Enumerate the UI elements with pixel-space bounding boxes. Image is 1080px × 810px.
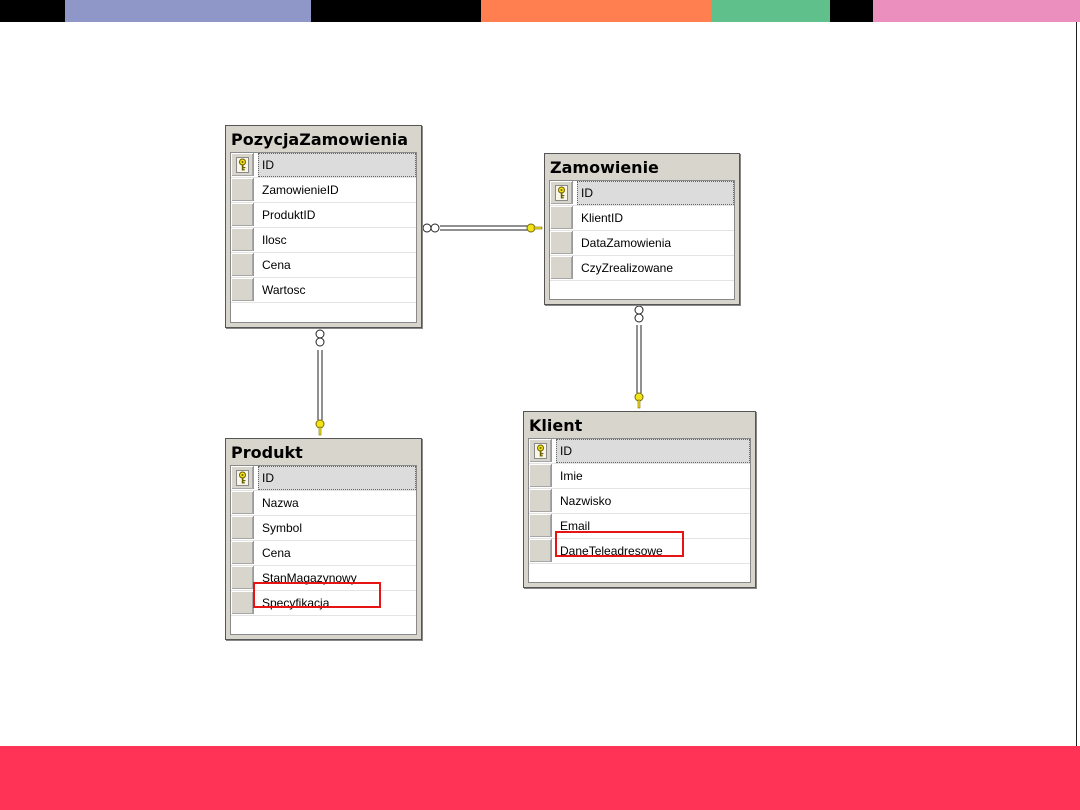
relation-pozycja-zamowienie[interactable]	[422, 223, 543, 233]
column-row[interactable]: Nazwa	[231, 491, 416, 516]
row-selector[interactable]	[529, 439, 552, 462]
column-row[interactable]: ID	[550, 181, 734, 206]
row-selector[interactable]	[231, 253, 254, 276]
row-selector[interactable]	[550, 256, 573, 279]
row-selector[interactable]	[550, 206, 573, 229]
column-row[interactable]: Symbol	[231, 516, 416, 541]
relation-pozycja-produkt[interactable]	[315, 329, 325, 436]
table-title: Zamowienie	[550, 158, 659, 177]
column-row[interactable]: Wartosc	[231, 278, 416, 303]
key-icon	[526, 223, 543, 233]
column-row[interactable]: Ilosc	[231, 228, 416, 253]
column-name: DataZamowienia	[581, 236, 672, 250]
column-name: Wartosc	[262, 283, 306, 297]
relation-zamowienie-klient[interactable]	[634, 305, 644, 409]
primary-key-icon	[236, 470, 249, 486]
table-title: Klient	[529, 416, 583, 435]
table-title: Produkt	[231, 443, 303, 462]
column-name: Cena	[262, 546, 291, 560]
relationship-lines	[315, 223, 644, 436]
row-selector[interactable]	[231, 278, 254, 301]
column-name: ID	[258, 466, 416, 490]
column-row[interactable]: ID	[529, 439, 750, 464]
footer-bar	[0, 746, 1080, 810]
row-selector[interactable]	[529, 539, 552, 562]
column-name: ID	[258, 153, 416, 177]
row-selector[interactable]	[231, 541, 254, 564]
column-list: ID Imie Nazwisko Email DaneTeleadresowe	[528, 438, 751, 583]
row-selector[interactable]	[550, 181, 573, 204]
column-name: ZamowienieID	[262, 183, 339, 197]
row-selector[interactable]	[231, 228, 254, 251]
column-name: Nazwisko	[560, 494, 612, 508]
column-row[interactable]: ID	[231, 466, 416, 491]
row-selector[interactable]	[231, 591, 254, 614]
row-selector[interactable]	[529, 514, 552, 537]
key-icon	[634, 392, 644, 409]
row-selector[interactable]	[231, 566, 254, 589]
row-selector[interactable]	[529, 464, 552, 487]
column-row[interactable]: CzyZrealizowane	[550, 256, 734, 281]
column-name: Cena	[262, 258, 291, 272]
infinity-icon	[422, 223, 440, 233]
row-selector[interactable]	[231, 516, 254, 539]
column-row[interactable]: ID	[231, 153, 416, 178]
row-selector[interactable]	[231, 466, 254, 489]
column-name: Symbol	[262, 521, 303, 535]
column-row[interactable]: Cena	[231, 253, 416, 278]
row-selector[interactable]	[550, 231, 573, 254]
column-name: ID	[556, 439, 750, 463]
column-name: Ilosc	[262, 233, 287, 247]
table-pozycjazamowienia[interactable]: PozycjaZamowienia ID ZamowienieID ProduktI…	[225, 125, 422, 328]
highlight-box-specyfikacja	[253, 582, 381, 608]
highlight-box-daneteleadresowe	[555, 531, 684, 557]
column-name: KlientID	[581, 211, 624, 225]
column-name: CzyZrealizowane	[581, 261, 674, 275]
column-row[interactable]: Nazwisko	[529, 489, 750, 514]
table-produkt[interactable]: Produkt ID Nazwa Symbol Cena StanMagazynowy S…	[225, 438, 422, 640]
column-row[interactable]: ProduktID	[231, 203, 416, 228]
row-selector[interactable]	[231, 153, 254, 176]
column-name: Imie	[560, 469, 583, 483]
table-title: PozycjaZamowienia	[231, 130, 409, 149]
column-row[interactable]: ZamowienieID	[231, 178, 416, 203]
row-selector[interactable]	[231, 491, 254, 514]
column-row[interactable]: Cena	[231, 541, 416, 566]
primary-key-icon	[555, 185, 568, 201]
column-row[interactable]: Imie	[529, 464, 750, 489]
key-icon	[315, 419, 325, 436]
column-row[interactable]: DataZamowienia	[550, 231, 734, 256]
column-list: ID Nazwa Symbol Cena StanMagazynowy Specyfika…	[230, 465, 417, 635]
infinity-icon	[634, 305, 644, 323]
column-list: ID ZamowienieID ProduktID Ilosc Cena Wartosc	[230, 152, 417, 323]
column-row[interactable]: KlientID	[550, 206, 734, 231]
column-name: Nazwa	[262, 496, 299, 510]
primary-key-icon	[534, 443, 547, 459]
table-zamowienie[interactable]: Zamowienie ID KlientID DataZamowienia CzyZr…	[544, 153, 740, 305]
column-name: ID	[577, 181, 734, 205]
column-list: ID KlientID DataZamowienia CzyZrealizowane	[549, 180, 735, 300]
table-klient[interactable]: Klient ID Imie Nazwisko Email DaneTeleadreso…	[523, 411, 756, 588]
row-selector[interactable]	[231, 203, 254, 226]
primary-key-icon	[236, 157, 249, 173]
row-selector[interactable]	[529, 489, 552, 512]
column-name: ProduktID	[262, 208, 316, 222]
row-selector[interactable]	[231, 178, 254, 201]
infinity-icon	[315, 329, 325, 347]
